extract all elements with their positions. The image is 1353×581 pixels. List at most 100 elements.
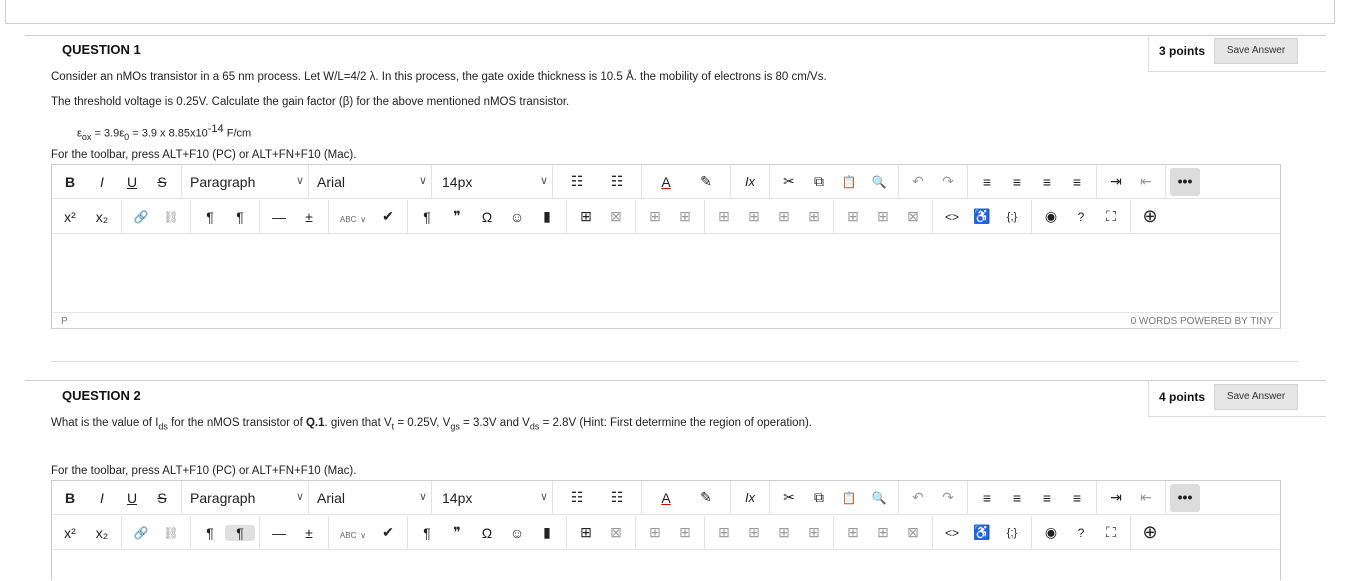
indent-icon[interactable]: ⇥	[1101, 173, 1131, 190]
text-color-icon[interactable]: A	[646, 174, 686, 190]
numbered-list-icon[interactable]: ☷	[597, 489, 637, 506]
align-justify-icon[interactable]: ≡	[1062, 174, 1092, 190]
superscript-icon[interactable]: x²	[53, 525, 87, 541]
special-char-icon[interactable]: Ω	[472, 525, 502, 541]
table-row-props-icon[interactable]: ⊞	[640, 208, 670, 225]
indent-icon[interactable]: ⇥	[1101, 489, 1131, 506]
align-center-icon[interactable]: ≡	[1002, 490, 1032, 506]
table-merge-cells-icon[interactable]: ⊞	[868, 524, 898, 541]
show-blocks-icon[interactable]: ¶	[412, 209, 442, 225]
superscript-icon[interactable]: x²	[53, 209, 87, 225]
copy-icon[interactable]: ⧉	[804, 489, 834, 506]
blockquote-icon[interactable]: ❞	[442, 524, 472, 541]
undo-icon[interactable]: ↶	[903, 489, 933, 506]
table-insert-row-before-icon[interactable]: ⊞	[709, 524, 739, 541]
copy-icon[interactable]: ⧉	[804, 173, 834, 190]
source-code-icon[interactable]: <>	[937, 526, 967, 540]
paste-icon[interactable]: 📋	[834, 175, 864, 189]
add-content-icon[interactable]: ⊕	[1135, 206, 1165, 227]
italic-button[interactable]: I	[87, 174, 117, 190]
show-blocks-icon[interactable]: ¶	[412, 525, 442, 541]
table-insert-row-after-icon[interactable]: ⊞	[739, 208, 769, 225]
rtl-icon[interactable]: ¶	[225, 209, 255, 225]
plus-minus-icon[interactable]: ±	[294, 209, 324, 225]
numbered-list-icon[interactable]: ☷	[597, 173, 637, 190]
align-left-icon[interactable]: ≡	[972, 490, 1002, 506]
table-insert-row-before-icon[interactable]: ⊞	[709, 208, 739, 225]
undo-icon[interactable]: ↶	[903, 173, 933, 190]
highlight-color-icon[interactable]: ✎	[686, 173, 726, 190]
spellcheck-icon[interactable]: ABC ∨	[333, 209, 373, 225]
find-replace-icon[interactable]: 🔍	[864, 175, 894, 189]
table-delete-row-icon[interactable]: ⊞	[769, 524, 799, 541]
unlink-icon[interactable]: ⛓	[156, 210, 186, 224]
bold-button[interactable]: B	[53, 490, 87, 506]
highlight-color-icon[interactable]: ✎	[686, 489, 726, 506]
underline-button[interactable]: U	[117, 174, 147, 190]
italic-button[interactable]: I	[87, 490, 117, 506]
align-justify-icon[interactable]: ≡	[1062, 490, 1092, 506]
table-delete-row-icon[interactable]: ⊞	[769, 208, 799, 225]
subscript-icon[interactable]: x₂	[87, 209, 117, 225]
preview-icon[interactable]: ◉	[1036, 524, 1066, 541]
emoticons-icon[interactable]: ☺	[502, 209, 532, 225]
table-delete-col-icon[interactable]: ⊠	[898, 524, 928, 541]
spellcheck-icon[interactable]: ABC ∨	[333, 525, 373, 541]
accessibility-icon[interactable]: ♿	[967, 208, 997, 225]
special-char-icon[interactable]: Ω	[472, 209, 502, 225]
subscript-icon[interactable]: x₂	[87, 525, 117, 541]
font-family-select[interactable]: Arial ∨	[313, 174, 427, 190]
template-icon[interactable]: {;}	[997, 211, 1027, 223]
paste-icon[interactable]: 📋	[834, 491, 864, 505]
emoticons-icon[interactable]: ☺	[502, 525, 532, 541]
underline-button[interactable]: U	[117, 490, 147, 506]
font-size-select[interactable]: 14px ∨	[436, 490, 548, 506]
bold-button[interactable]: B	[53, 174, 87, 190]
table-merge-cells-icon[interactable]: ⊞	[868, 208, 898, 225]
text-color-icon[interactable]: A	[646, 490, 686, 506]
help-icon[interactable]: ?	[1066, 210, 1096, 224]
more-options-button[interactable]: •••	[1170, 167, 1200, 196]
table-cell-props-icon[interactable]: ⊞	[670, 524, 700, 541]
fullscreen-icon[interactable]: ⛶	[1096, 524, 1126, 541]
table-insert-col-before-icon[interactable]: ⊞	[799, 524, 829, 541]
table-icon[interactable]: ⊞	[571, 524, 601, 541]
help-icon[interactable]: ?	[1066, 526, 1096, 540]
table-insert-col-after-icon[interactable]: ⊞	[838, 208, 868, 225]
table-insert-col-after-icon[interactable]: ⊞	[838, 524, 868, 541]
clear-formatting-icon[interactable]: Ix	[735, 490, 765, 505]
source-code-icon[interactable]: <>	[937, 210, 967, 224]
unlink-icon[interactable]: ⛓	[156, 526, 186, 540]
template-icon[interactable]: {;}	[997, 527, 1027, 539]
plus-minus-icon[interactable]: ±	[294, 525, 324, 541]
redo-icon[interactable]: ↷	[933, 489, 963, 506]
preview-icon[interactable]: ◉	[1036, 208, 1066, 225]
link-icon[interactable]: 🔗	[126, 210, 156, 224]
clear-formatting-icon[interactable]: Ix	[735, 174, 765, 189]
link-icon[interactable]: 🔗	[126, 526, 156, 540]
align-right-icon[interactable]: ≡	[1032, 490, 1062, 506]
rtl-icon[interactable]: ¶	[225, 524, 255, 541]
fullscreen-icon[interactable]: ⛶	[1096, 208, 1126, 225]
block-format-select[interactable]: Paragraph ∨	[186, 174, 304, 190]
accessibility-icon[interactable]: ♿	[967, 524, 997, 541]
redo-icon[interactable]: ↷	[933, 173, 963, 190]
blockquote-icon[interactable]: ❞	[442, 208, 472, 225]
strikethrough-button[interactable]: S	[147, 490, 177, 506]
element-path[interactable]: P	[61, 316, 68, 327]
math-icon[interactable]: ✔	[373, 208, 403, 225]
table-icon[interactable]: ⊞	[571, 208, 601, 225]
rich-text-editor-2[interactable]: B I U S Paragraph ∨ Arial ∨ 14px ∨ ☷ ☷ A ✎ …	[51, 480, 1281, 580]
add-content-icon[interactable]: ⊕	[1135, 522, 1165, 543]
table-insert-col-before-icon[interactable]: ⊞	[799, 208, 829, 225]
outdent-icon[interactable]: ⇤	[1131, 489, 1161, 506]
font-size-select[interactable]: 14px ∨	[436, 174, 548, 190]
editor-content-area-1[interactable]	[52, 235, 1280, 312]
rich-text-editor-1[interactable]: B I U S Paragraph ∨ Arial ∨ 14px ∨ ☷ ☷ A ✎ …	[51, 164, 1281, 329]
find-replace-icon[interactable]: 🔍	[864, 491, 894, 505]
align-center-icon[interactable]: ≡	[1002, 174, 1032, 190]
cut-icon[interactable]: ✂	[774, 173, 804, 190]
anchor-icon[interactable]: ▮	[532, 208, 562, 225]
table-delete-icon[interactable]: ⊠	[601, 208, 631, 225]
horizontal-line-icon[interactable]: —	[264, 209, 294, 225]
